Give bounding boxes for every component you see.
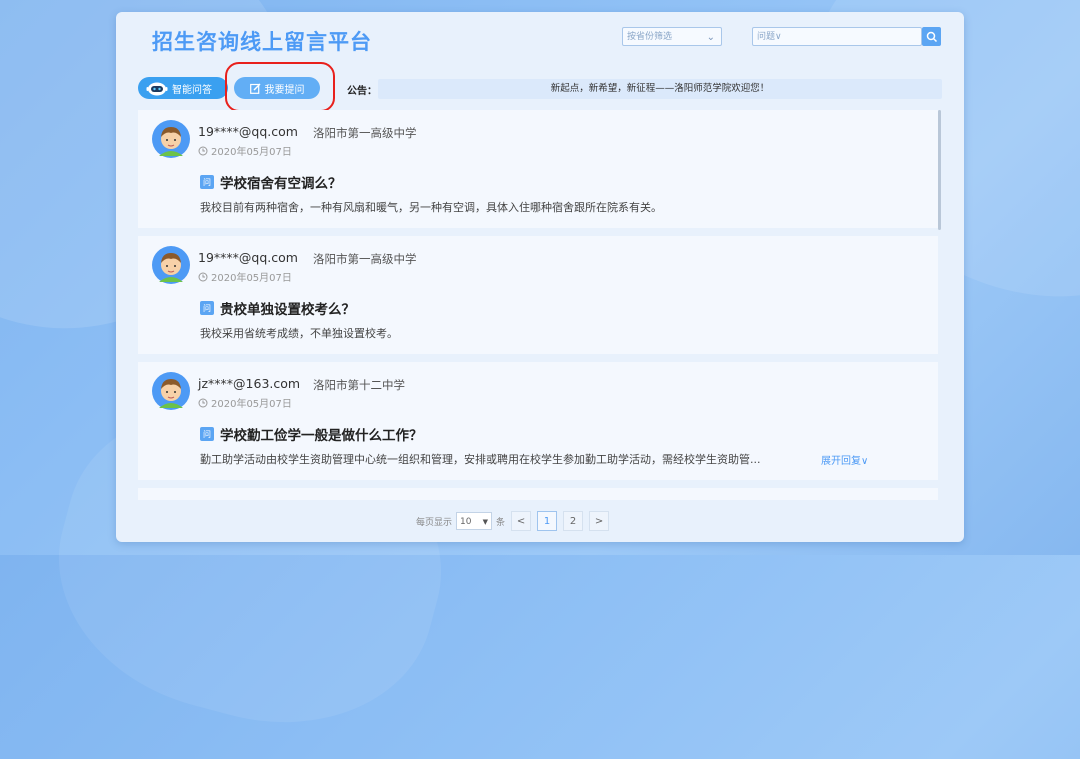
user-email: 19****@qq.com <box>198 124 298 139</box>
post-date: 2020年05月07日 <box>198 269 292 284</box>
list-item <box>138 488 938 500</box>
post-date-text: 2020年05月07日 <box>211 147 292 158</box>
question-text: 学校宿舍有空调么？ <box>220 176 342 192</box>
question-badge: 问 <box>200 427 214 441</box>
question-list[interactable]: 19****@qq.com 洛阳市第一高级中学 2020年05月07日 问 学校… <box>138 110 938 500</box>
pagination: 每页显示 10 ▼ 条 < 1 2 > <box>416 510 610 532</box>
next-page-button[interactable]: > <box>589 511 610 531</box>
post-date-text: 2020年05月07日 <box>211 399 292 410</box>
per-page-select[interactable]: 10 ▼ <box>456 512 493 530</box>
question-text: 贵校单独设置校考么？ <box>220 302 355 318</box>
avatar <box>152 120 190 158</box>
list-item: 19****@qq.com 洛阳市第一高级中学 2020年05月07日 问 学校… <box>138 110 938 228</box>
caret-down-icon: ▼ <box>482 518 489 526</box>
answer-text: 我校采用省统考成绩，不单独设置校考。 <box>200 327 398 340</box>
prev-page-button[interactable]: < <box>511 511 532 531</box>
question-badge: 问 <box>200 301 214 315</box>
user-school: 洛阳市第一高级中学 <box>313 252 417 266</box>
avatar <box>152 372 190 410</box>
scrollbar[interactable] <box>938 110 941 230</box>
user-email: jz****@163.com <box>198 376 301 391</box>
question-title: 问 贵校单独设置校考么？ <box>200 298 355 318</box>
content-area: 19****@qq.com 洛阳市第一高级中学 2020年05月07日 问 学校… <box>116 12 964 542</box>
user-school: 洛阳市第一高级中学 <box>313 126 417 140</box>
clock-icon <box>198 146 208 155</box>
per-page-label: 每页显示 <box>416 517 453 528</box>
post-date: 2020年05月07日 <box>198 395 292 410</box>
answer-text: 我校目前有两种宿舍，一种有风扇和暖气，另一种有空调，具体入住哪种宿舍跟所在院系有… <box>200 201 662 214</box>
per-page-value: 10 <box>460 517 472 527</box>
answer-text: 勤工助学活动由校学生资助管理中心统一组织和管理，安排或聘用在校学生参加勤工助学活… <box>200 453 761 466</box>
question-title: 问 学校勤工俭学一般是做什么工作？ <box>200 424 423 444</box>
post-date-text: 2020年05月07日 <box>211 273 292 284</box>
user-school: 洛阳市第十二中学 <box>313 378 405 392</box>
page-1-button[interactable]: 1 <box>537 511 558 531</box>
per-page-unit: 条 <box>496 517 506 528</box>
avatar <box>152 246 190 284</box>
list-item: 19****@qq.com 洛阳市第一高级中学 2020年05月07日 问 贵校… <box>138 236 938 354</box>
clock-icon <box>198 272 208 281</box>
user-email: 19****@qq.com <box>198 250 298 265</box>
clock-icon <box>198 398 208 407</box>
question-title: 问 学校宿舍有空调么？ <box>200 172 342 192</box>
page-2-button[interactable]: 2 <box>563 511 584 531</box>
list-item: jz****@163.com 洛阳市第十二中学 2020年05月07日 问 学校… <box>138 362 938 480</box>
expand-reply-link[interactable]: 展开回复∨ <box>821 452 868 467</box>
post-date: 2020年05月07日 <box>198 143 292 158</box>
question-text: 学校勤工俭学一般是做什么工作？ <box>220 428 423 444</box>
question-badge: 问 <box>200 175 214 189</box>
